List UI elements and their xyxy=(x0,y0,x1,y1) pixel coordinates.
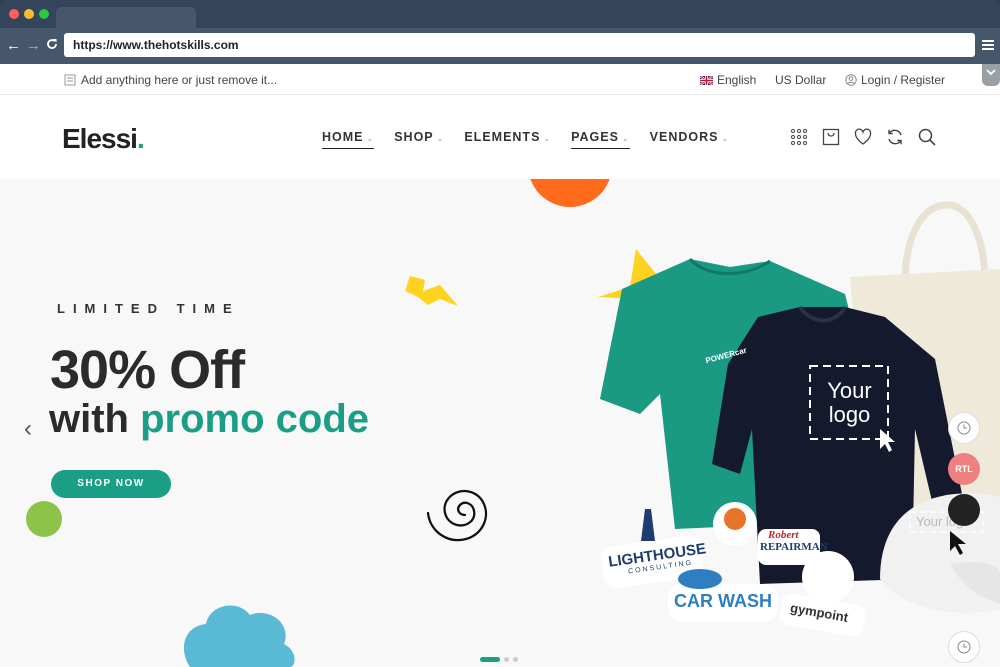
site-logo[interactable]: Elessi. xyxy=(62,123,145,155)
browser-tab[interactable] xyxy=(56,7,196,28)
topbar-notice: Add anything here or just remove it... xyxy=(64,73,277,87)
browser-window: ← → https://www.thehotskills.com Add any… xyxy=(0,0,1000,667)
header-icons xyxy=(790,128,936,146)
clock-icon xyxy=(957,421,971,435)
reload-icon[interactable] xyxy=(46,37,58,55)
nav-elements[interactable]: ELEMENTS ⌄ xyxy=(464,130,551,149)
site-header: Elessi. HOME ⌄ SHOP ⌄ ELEMENTS ⌄ PAGES ⌄ VEN… xyxy=(0,95,1000,179)
currency-selector[interactable]: US Dollar xyxy=(775,73,826,87)
orange-semicircle xyxy=(530,179,610,207)
currency-label: US Dollar xyxy=(775,73,827,87)
nav-home[interactable]: HOME ⌄ xyxy=(322,130,375,149)
yellow-bolt-shape xyxy=(405,276,458,306)
clock-icon-2 xyxy=(957,640,971,654)
cart-icon[interactable] xyxy=(822,128,840,146)
account-label: Login / Register xyxy=(861,73,946,87)
close-window-button[interactable] xyxy=(9,9,19,19)
history-button-2[interactable] xyxy=(948,631,980,663)
notice-text: Add anything here or just remove it... xyxy=(81,73,278,87)
address-bar[interactable]: https://www.thehotskills.com xyxy=(64,33,975,57)
sticker-repairman-text: REPAIRMAN xyxy=(760,541,828,553)
scroll-top-handle[interactable] xyxy=(982,64,1000,86)
blue-cloud-shape xyxy=(183,605,295,667)
minimize-window-button[interactable] xyxy=(24,9,34,19)
hero-subline: with promo code xyxy=(49,397,370,441)
browser-menu-icon[interactable] xyxy=(982,40,994,50)
heart-icon[interactable] xyxy=(854,128,872,146)
spiral-doodle xyxy=(426,489,488,542)
slide-dot-3[interactable] xyxy=(513,657,518,662)
language-label: English xyxy=(717,73,757,87)
rtl-toggle-button[interactable]: RTL xyxy=(948,453,980,485)
language-selector[interactable]: English xyxy=(700,73,756,87)
document-icon xyxy=(64,74,76,86)
grid-icon[interactable] xyxy=(790,128,808,146)
sticker-carwash-text: CAR WASH xyxy=(674,591,772,611)
shop-now-button[interactable]: SHOP NOW xyxy=(51,470,171,498)
dark-mode-button[interactable] xyxy=(948,494,980,526)
forward-icon[interactable]: → xyxy=(26,37,41,55)
slider-pagination xyxy=(480,657,518,662)
user-icon xyxy=(845,74,857,86)
hero-slider: POWERcar Your logo Your logo LIGHTHOUSE … xyxy=(0,179,1000,667)
hero-eyebrow: LIMITED TIME xyxy=(57,301,240,316)
login-register-link[interactable]: Login / Register xyxy=(845,73,945,87)
history-button[interactable] xyxy=(948,412,980,444)
compare-icon[interactable] xyxy=(886,128,904,146)
title-bar xyxy=(0,0,1000,28)
green-semicircle xyxy=(26,501,62,537)
uk-flag-icon xyxy=(700,75,713,85)
search-icon[interactable] xyxy=(918,128,936,146)
sweatshirt-logo-placeholder: Your logo xyxy=(827,378,872,427)
slide-dot-2[interactable] xyxy=(504,657,509,662)
maximize-window-button[interactable] xyxy=(39,9,49,19)
slide-dot-1[interactable] xyxy=(480,657,500,662)
main-navigation: HOME ⌄ SHOP ⌄ ELEMENTS ⌄ PAGES ⌄ VENDORS ⌄ xyxy=(322,130,749,149)
chevron-down-icon xyxy=(986,69,996,76)
top-bar: Add anything here or just remove it... E… xyxy=(0,64,1000,95)
sticker-robert-text: Robert xyxy=(768,529,799,541)
web-page: Add anything here or just remove it... E… xyxy=(0,64,1000,667)
nav-vendors[interactable]: VENDORS ⌄ xyxy=(650,130,730,149)
nav-shop[interactable]: SHOP ⌄ xyxy=(394,130,444,149)
prev-slide-arrow[interactable]: ‹ xyxy=(24,415,32,443)
nav-pages[interactable]: PAGES ⌄ xyxy=(571,130,630,149)
hero-headline: 30% Off xyxy=(50,340,245,400)
back-icon[interactable]: ← xyxy=(6,37,21,55)
